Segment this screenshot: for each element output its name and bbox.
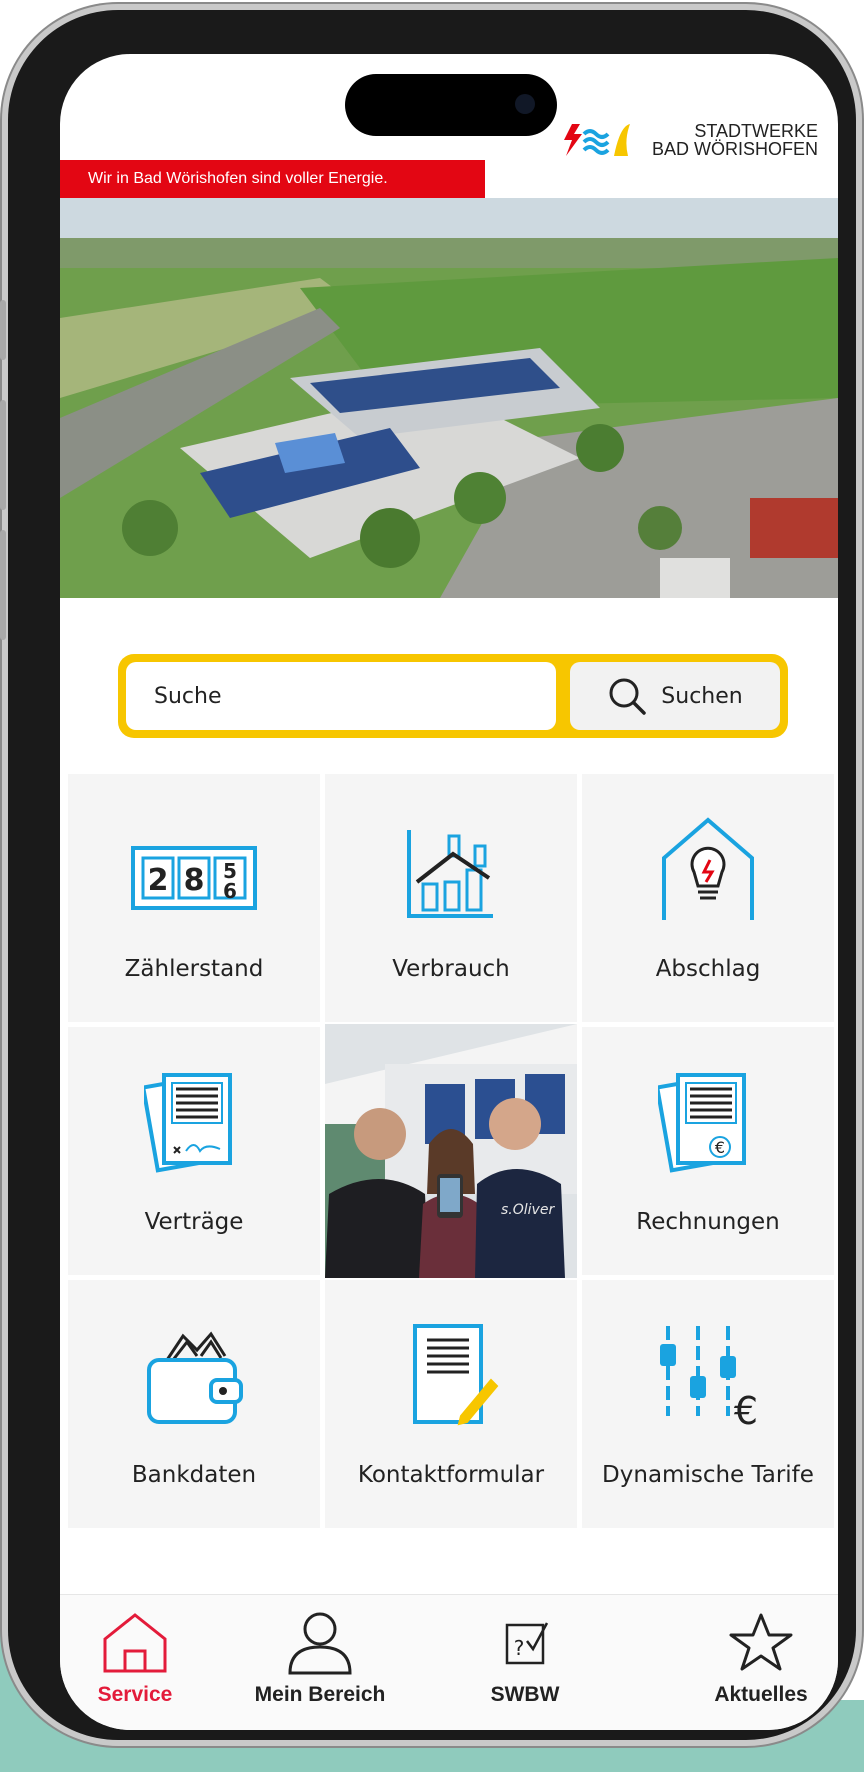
tile-label: Rechnungen	[636, 1209, 780, 1235]
phone-frame: STADTWERKE BAD WÖRISHOFEN Wir in Bad Wör…	[0, 10, 856, 1740]
meter-counter-icon: 2 8 5 6	[131, 846, 257, 910]
swbw-logo-icon	[563, 124, 630, 156]
contact-form-icon	[413, 1324, 499, 1426]
search-button-label: Suchen	[661, 683, 743, 709]
volume-up-button	[0, 400, 6, 510]
tile-label: Bankdaten	[131, 1462, 257, 1488]
house-lightbulb-icon	[662, 817, 754, 920]
nav-aktuelles[interactable]: Aktuelles	[676, 1611, 838, 1707]
logo-line-2: BAD WÖRISHOFEN	[651, 139, 818, 159]
tile-label: Kontaktformular	[357, 1462, 545, 1488]
tile-label: Dynamische Tarife	[602, 1462, 814, 1488]
bottom-navigation: Service Mein Bereich ? SWBW Aktuelles	[60, 1594, 838, 1730]
nav-swbw[interactable]: ? SWBW	[440, 1611, 610, 1707]
tile-label: Zählerstand	[124, 956, 264, 982]
app-screen: STADTWERKE BAD WÖRISHOFEN Wir in Bad Wör…	[60, 54, 838, 1730]
stadtwerke-logo: STADTWERKE BAD WÖRISHOFEN	[562, 120, 818, 160]
tile-vertraege[interactable]: Verträge	[68, 1027, 320, 1275]
nav-service[interactable]: Service	[60, 1611, 220, 1707]
meter-digit-4: 6	[223, 879, 237, 903]
tile-kontaktformular[interactable]: Kontaktformular	[325, 1280, 577, 1528]
tile-verbrauch[interactable]: Verbrauch	[325, 774, 577, 1022]
tile-label: Verbrauch	[392, 956, 510, 982]
volume-down-button	[0, 530, 6, 640]
tile-rechnungen[interactable]: € Rechnungen	[582, 1027, 834, 1275]
star-icon	[729, 1613, 793, 1671]
dynamic-tariff-sliders-icon: €	[660, 1326, 758, 1430]
svg-text:?: ?	[514, 1636, 525, 1660]
svg-text:€: €	[715, 1138, 725, 1157]
house-icon	[103, 1613, 167, 1673]
mute-switch	[0, 300, 6, 360]
team-photo: s.Oliver	[325, 1024, 577, 1278]
search-icon	[609, 678, 647, 715]
consumption-chart-icon	[407, 830, 493, 918]
meter-digit-1: 2	[148, 863, 169, 898]
nav-label: SWBW	[490, 1683, 560, 1706]
aerial-photo	[60, 198, 838, 598]
search-button[interactable]: Suchen	[570, 662, 780, 730]
search-input[interactable]	[126, 662, 556, 730]
swbw-icon: ?	[505, 1622, 549, 1665]
logo-wordmark: STADTWERKE BAD WÖRISHOFEN	[652, 122, 818, 158]
tile-label: Verträge	[144, 1209, 244, 1235]
invoice-euro-icon: €	[658, 1073, 746, 1173]
nav-label: Service	[97, 1683, 173, 1706]
slogan-banner: Wir in Bad Wörishofen sind voller Energi…	[60, 160, 485, 198]
tile-label: Abschlag	[655, 956, 761, 982]
tile-dynamische-tarife[interactable]: € Dynamische Tarife	[582, 1280, 834, 1528]
logo-line-1: STADTWERKE	[694, 121, 818, 141]
tile-abschlag[interactable]: Abschlag	[582, 774, 834, 1022]
tile-bankdaten[interactable]: Bankdaten	[68, 1280, 320, 1528]
user-icon	[288, 1612, 352, 1675]
dynamic-island	[345, 74, 557, 136]
nav-mein-bereich[interactable]: Mein Bereich	[235, 1611, 405, 1707]
contract-document-icon	[144, 1073, 232, 1173]
meter-digit-2: 8	[184, 863, 205, 898]
nav-label: Mein Bereich	[254, 1683, 386, 1706]
wallet-icon	[147, 1331, 243, 1424]
shirt-text: s.Oliver	[501, 1202, 555, 1218]
tile-zaehlerstand[interactable]: 2 8 5 6 Zählerstand	[68, 774, 320, 1022]
search-bar: Suchen	[118, 654, 788, 738]
svg-text:€: €	[734, 1389, 758, 1430]
nav-label: Aktuelles	[714, 1683, 808, 1706]
